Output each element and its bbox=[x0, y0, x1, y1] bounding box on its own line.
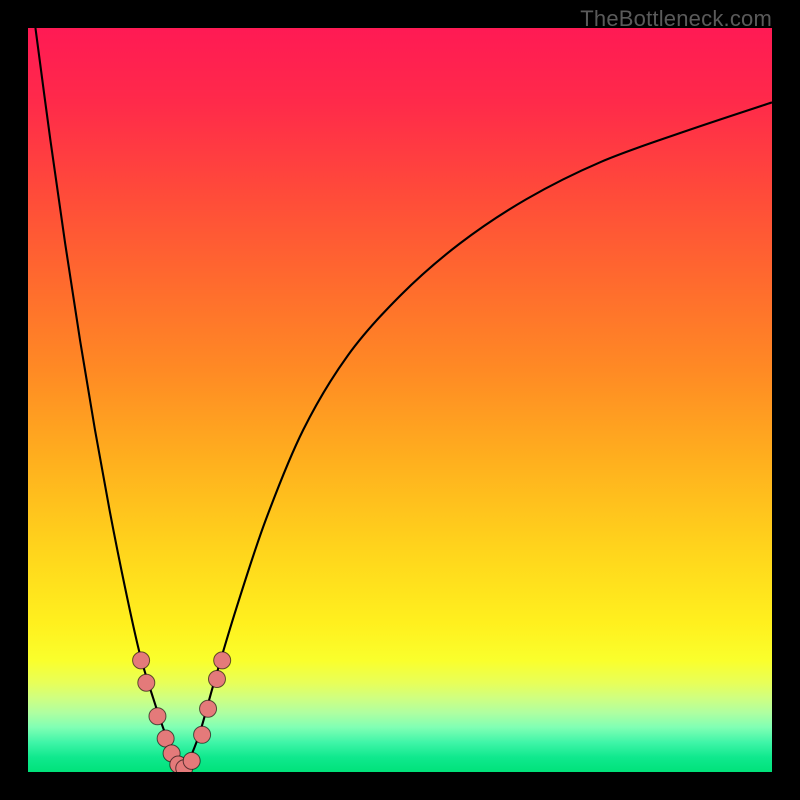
curve-left-branch bbox=[35, 28, 184, 772]
curve-marker bbox=[200, 700, 217, 717]
watermark-text: TheBottleneck.com bbox=[580, 6, 772, 32]
curve-right-branch bbox=[184, 102, 772, 772]
outer-frame: TheBottleneck.com bbox=[0, 0, 800, 800]
curve-marker bbox=[214, 652, 231, 669]
curve-marker bbox=[183, 752, 200, 769]
curve-marker bbox=[138, 674, 155, 691]
curve-markers bbox=[133, 652, 231, 772]
plot-area bbox=[28, 28, 772, 772]
curve-marker bbox=[208, 671, 225, 688]
curve-marker bbox=[149, 708, 166, 725]
curve-marker bbox=[133, 652, 150, 669]
bottleneck-curve bbox=[28, 28, 772, 772]
curve-marker bbox=[194, 726, 211, 743]
